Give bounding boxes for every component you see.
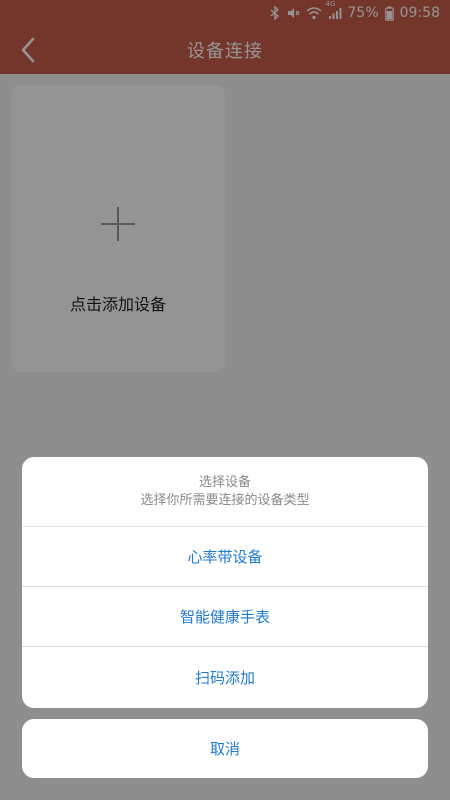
cancel-button[interactable]: 取消 <box>22 719 428 778</box>
sheet-header: 选择设备 选择你所需要连接的设备类型 <box>22 457 428 527</box>
app-screen: 4G 75% 09:58 设备连接 点击添加设备 选择设备 选择你所需要连接的设… <box>0 0 450 800</box>
sheet-subtitle: 选择你所需要连接的设备类型 <box>140 492 310 508</box>
option-smart-watch[interactable]: 智能健康手表 <box>22 587 428 647</box>
option-heart-rate-band[interactable]: 心率带设备 <box>22 527 428 587</box>
option-scan-qr[interactable]: 扫码添加 <box>22 647 428 707</box>
sheet-title: 选择设备 <box>198 474 251 490</box>
device-select-sheet: 选择设备 选择你所需要连接的设备类型 心率带设备 智能健康手表 扫码添加 <box>22 457 428 708</box>
